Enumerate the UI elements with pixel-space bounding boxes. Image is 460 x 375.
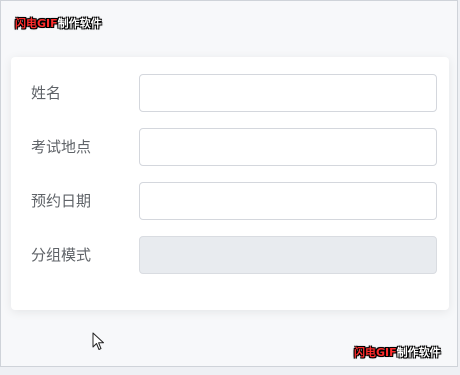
exam-location-label: 考试地点 (31, 138, 92, 156)
form-row-group-mode: 分组模式 (11, 236, 449, 274)
form-row-exam-location: 考试地点 (11, 128, 449, 166)
name-input[interactable] (139, 74, 437, 112)
appointment-date-label: 预约日期 (31, 192, 92, 210)
mouse-pointer-icon (92, 332, 104, 350)
exam-location-input[interactable] (139, 128, 437, 166)
watermark-brand-bottom: 闪电GIF (354, 346, 397, 359)
window-frame: 闪电GIF制作软件 姓名 考试地点 预约日期 分组模式 闪电GIF制作软件 (0, 0, 458, 367)
name-label: 姓名 (31, 84, 62, 102)
watermark-text: 制作软件 (57, 17, 102, 30)
watermark-brand: 闪电GIF (15, 17, 58, 30)
form-row-name: 姓名 (11, 74, 449, 112)
appointment-date-input[interactable] (139, 182, 437, 220)
watermark-text-bottom: 制作软件 (396, 346, 441, 359)
watermark-top: 闪电GIF制作软件 (15, 17, 102, 31)
form-row-appointment-date: 预约日期 (11, 182, 449, 220)
form-card: 姓名 考试地点 预约日期 分组模式 (11, 57, 449, 310)
watermark-bottom: 闪电GIF制作软件 (354, 346, 441, 360)
group-mode-label: 分组模式 (31, 246, 92, 264)
group-mode-input (139, 236, 437, 274)
